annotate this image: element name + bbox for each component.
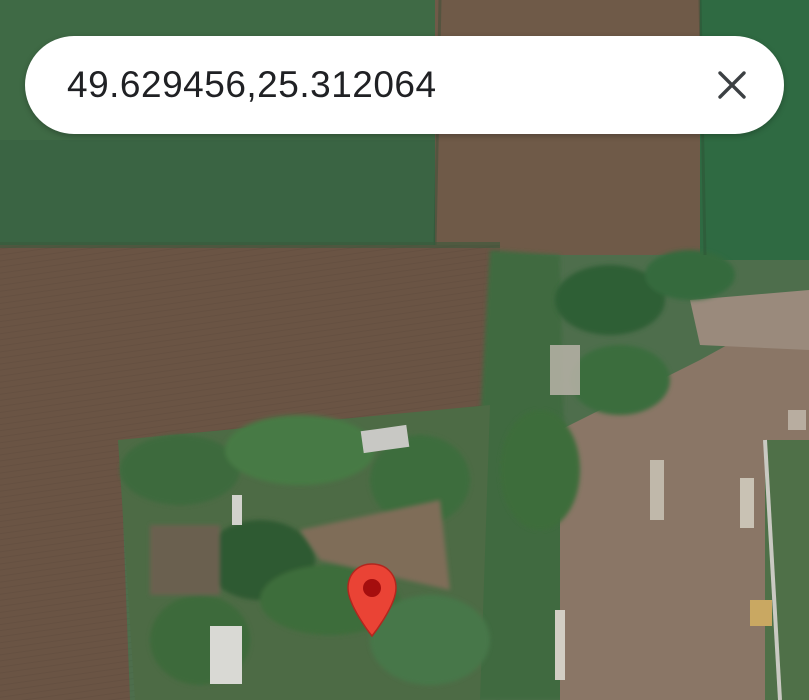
close-icon[interactable] [710, 63, 754, 107]
search-bar[interactable]: 49.629456,25.312064 [25, 36, 784, 134]
map-pin-icon[interactable] [345, 562, 399, 638]
satellite-map[interactable]: 49.629456,25.312064 [0, 0, 809, 700]
close-icon-glyph [718, 71, 746, 99]
search-input[interactable]: 49.629456,25.312064 [67, 64, 710, 106]
